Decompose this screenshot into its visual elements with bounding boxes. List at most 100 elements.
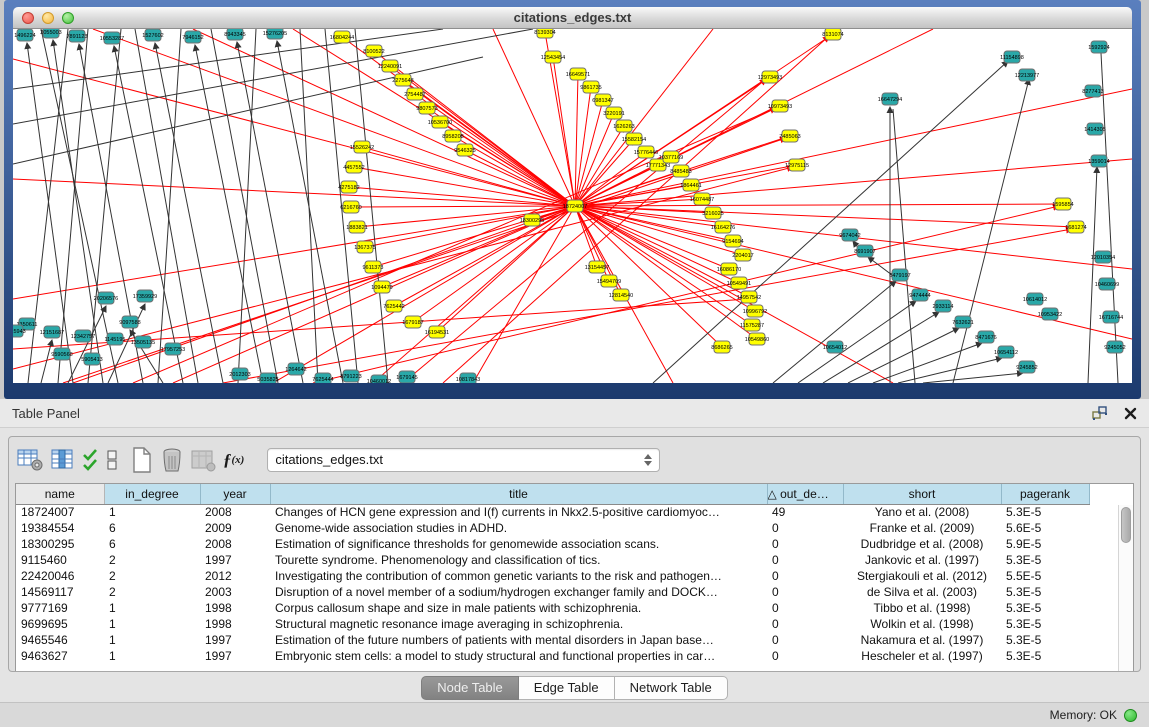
cell-title[interactable]: Disruption of a novel member of a sodium…: [270, 584, 767, 600]
column-header-year[interactable]: year: [200, 484, 270, 504]
cell-name[interactable]: 9465546: [16, 632, 104, 648]
network-graph[interactable]: 1872400715526242445755242751826216760188…: [13, 29, 1132, 383]
column-header-in_degree[interactable]: in_degree: [104, 484, 200, 504]
cell-in_degree[interactable]: 1: [104, 616, 200, 632]
cell-year[interactable]: 2008: [200, 536, 270, 552]
cell-name[interactable]: 9777169: [16, 600, 104, 616]
cell-in_degree[interactable]: 1: [104, 632, 200, 648]
cell-pagerank[interactable]: 5.6E-5: [1001, 520, 1089, 536]
cell-in_degree[interactable]: 1: [104, 600, 200, 616]
table-row[interactable]: 2242004622012Investigating the contribut…: [16, 568, 1089, 584]
delete-table-icon[interactable]: [160, 446, 184, 474]
cell-out_degree[interactable]: 0: [767, 648, 843, 664]
cell-in_degree[interactable]: 1: [104, 504, 200, 520]
minimize-traffic-light-icon[interactable]: [42, 12, 54, 24]
cell-pagerank[interactable]: 5.5E-5: [1001, 568, 1089, 584]
column-header-title[interactable]: title: [270, 484, 767, 504]
cell-year[interactable]: 2003: [200, 584, 270, 600]
table-settings-icon[interactable]: [17, 446, 44, 474]
cell-title[interactable]: Genome-wide association studies in ADHD.: [270, 520, 767, 536]
cell-pagerank[interactable]: 5.3E-5: [1001, 584, 1089, 600]
cell-year[interactable]: 1998: [200, 616, 270, 632]
cell-short[interactable]: Dudbridge et al. (2008): [843, 536, 1001, 552]
cell-short[interactable]: Stergiakouli et al. (2012): [843, 568, 1001, 584]
cell-out_degree[interactable]: 0: [767, 584, 843, 600]
table-row[interactable]: 1456911722003Disruption of a novel membe…: [16, 584, 1089, 600]
table-row[interactable]: 1830029562008Estimation of significance …: [16, 536, 1089, 552]
cell-title[interactable]: Corpus callosum shape and size in male p…: [270, 600, 767, 616]
cell-short[interactable]: Jankovic et al. (1997): [843, 552, 1001, 568]
cell-name[interactable]: 18724007: [16, 504, 104, 520]
cell-title[interactable]: Estimation of significance thresholds fo…: [270, 536, 767, 552]
cell-in_degree[interactable]: 2: [104, 568, 200, 584]
cell-year[interactable]: 1998: [200, 600, 270, 616]
cell-title[interactable]: Investigating the contribution of common…: [270, 568, 767, 584]
table-row[interactable]: 946554611997Estimation of the future num…: [16, 632, 1089, 648]
table-row[interactable]: 1872400712008Changes of HCN gene express…: [16, 504, 1089, 520]
close-panel-icon[interactable]: [1124, 399, 1137, 427]
table-row[interactable]: 977716911998Corpus callosum shape and si…: [16, 600, 1089, 616]
cell-year[interactable]: 1997: [200, 648, 270, 664]
tab-network-table[interactable]: Network Table: [615, 676, 728, 700]
table-row[interactable]: 911546021997Tourette syndrome. Phenomeno…: [16, 552, 1089, 568]
cell-out_degree[interactable]: 0: [767, 632, 843, 648]
column-header-pagerank[interactable]: pagerank: [1001, 484, 1089, 504]
cell-name[interactable]: 19384554: [16, 520, 104, 536]
cell-title[interactable]: Embryonic stem cells: a model to study s…: [270, 648, 767, 664]
cell-short[interactable]: Nakamura et al. (1997): [843, 632, 1001, 648]
zoom-traffic-light-icon[interactable]: [62, 12, 74, 24]
cell-pagerank[interactable]: 5.9E-5: [1001, 536, 1089, 552]
column-header-name[interactable]: name: [16, 484, 104, 504]
cell-short[interactable]: Tibbo et al. (1998): [843, 600, 1001, 616]
column-header-short[interactable]: short: [843, 484, 1001, 504]
cell-out_degree[interactable]: 49: [767, 504, 843, 520]
cell-name[interactable]: 14569117: [16, 584, 104, 600]
cell-in_degree[interactable]: 2: [104, 584, 200, 600]
cell-in_degree[interactable]: 1: [104, 648, 200, 664]
cell-out_degree[interactable]: 0: [767, 616, 843, 632]
cell-year[interactable]: 2012: [200, 568, 270, 584]
tab-edge-table[interactable]: Edge Table: [519, 676, 615, 700]
table-row[interactable]: 946362711997Embryonic stem cells: a mode…: [16, 648, 1089, 664]
cell-out_degree[interactable]: 0: [767, 568, 843, 584]
cell-out_degree[interactable]: 0: [767, 520, 843, 536]
cell-in_degree[interactable]: 2: [104, 552, 200, 568]
select-rows-icon[interactable]: [82, 446, 99, 474]
table-row[interactable]: 969969511998Structural magnetic resonanc…: [16, 616, 1089, 632]
cell-title[interactable]: Estimation of the future numbers of pati…: [270, 632, 767, 648]
cell-pagerank[interactable]: 5.3E-5: [1001, 616, 1089, 632]
network-canvas[interactable]: 1872400715526242445755242751826216760188…: [13, 29, 1132, 383]
tab-node-table[interactable]: Node Table: [421, 676, 519, 700]
cell-out_degree[interactable]: 0: [767, 536, 843, 552]
table-scrollbar[interactable]: [1118, 505, 1133, 671]
cell-year[interactable]: 1997: [200, 632, 270, 648]
cell-short[interactable]: Hescheler et al. (1997): [843, 648, 1001, 664]
table-row[interactable]: 1938455462009Genome-wide association stu…: [16, 520, 1089, 536]
cell-name[interactable]: 22420046: [16, 568, 104, 584]
cell-name[interactable]: 18300295: [16, 536, 104, 552]
cell-short[interactable]: Yano et al. (2008): [843, 504, 1001, 520]
function-builder-icon[interactable]: ƒ(x): [223, 446, 244, 474]
table-selector-dropdown[interactable]: citations_edges.txt: [267, 448, 660, 472]
cell-in_degree[interactable]: 6: [104, 520, 200, 536]
cell-title[interactable]: Changes of HCN gene expression and I(f) …: [270, 504, 767, 520]
cell-short[interactable]: Wolkin et al. (1998): [843, 616, 1001, 632]
column-header-out_degree[interactable]: △ out_de…: [767, 484, 843, 504]
cell-name[interactable]: 9699695: [16, 616, 104, 632]
cell-pagerank[interactable]: 5.3E-5: [1001, 600, 1089, 616]
cell-pagerank[interactable]: 5.3E-5: [1001, 504, 1089, 520]
cell-title[interactable]: Structural magnetic resonance image aver…: [270, 616, 767, 632]
cell-short[interactable]: de Silva et al. (2003): [843, 584, 1001, 600]
cell-in_degree[interactable]: 6: [104, 536, 200, 552]
table-scrollbar-thumb[interactable]: [1121, 507, 1131, 543]
cell-pagerank[interactable]: 5.3E-5: [1001, 648, 1089, 664]
cell-title[interactable]: Tourette syndrome. Phenomenology and cla…: [270, 552, 767, 568]
cell-year[interactable]: 2009: [200, 520, 270, 536]
edit-columns-icon[interactable]: [51, 446, 75, 474]
cell-name[interactable]: 9115460: [16, 552, 104, 568]
cell-year[interactable]: 2008: [200, 504, 270, 520]
cell-year[interactable]: 1997: [200, 552, 270, 568]
cell-pagerank[interactable]: 5.3E-5: [1001, 552, 1089, 568]
close-traffic-light-icon[interactable]: [22, 12, 34, 24]
network-window-titlebar[interactable]: citations_edges.txt: [13, 7, 1132, 29]
